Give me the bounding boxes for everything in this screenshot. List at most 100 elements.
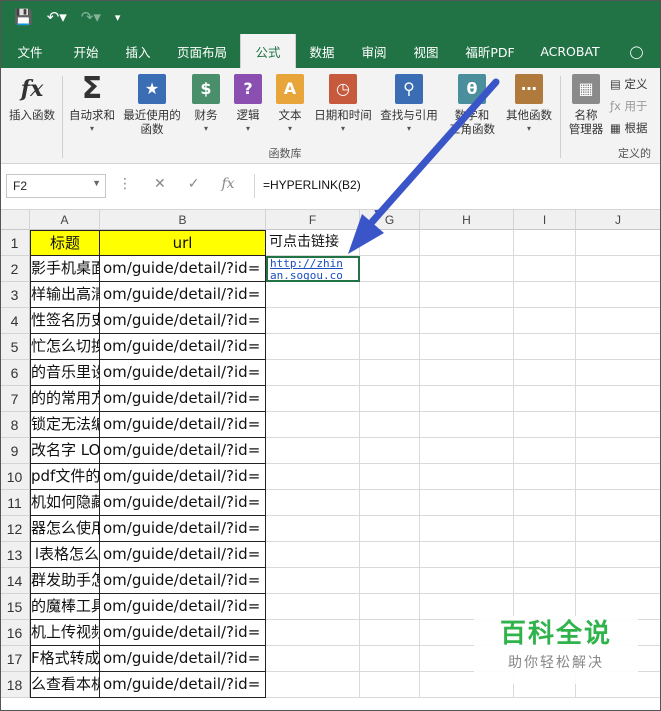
table-cell[interactable]: 影手机桌面 [30,256,100,282]
row-header[interactable]: 13 [0,542,30,568]
table-cell[interactable]: om/guide/detail/?id= [99,464,266,490]
empty-cell[interactable] [576,568,661,594]
table-cell[interactable]: om/guide/detail/?id= [99,438,266,464]
empty-cell[interactable] [576,490,661,516]
empty-cell[interactable] [420,386,514,412]
tab-foxit-pdf[interactable]: 福昕PDF [452,34,528,68]
empty-cell[interactable] [360,594,420,620]
empty-cell[interactable] [360,490,420,516]
name-manager-button[interactable]: ▦ 名称 管理器 [564,74,608,136]
empty-cell[interactable] [360,464,420,490]
table-cell[interactable]: 器怎么使用 [30,516,100,542]
cancel-icon[interactable]: ✕ [154,176,166,192]
row-header[interactable]: 9 [0,438,30,464]
empty-cell[interactable] [420,256,514,282]
insert-function-button[interactable]: fx 插入函数 [6,74,58,122]
empty-cell[interactable] [576,282,661,308]
table-cell[interactable]: 的音乐里设 [30,360,100,386]
column-header-f[interactable]: F [266,210,360,230]
redo-icon[interactable]: ↷▾ [81,9,101,25]
undo-icon[interactable]: ↶▾ [47,9,67,25]
empty-cell[interactable] [420,438,514,464]
tab-review[interactable]: 审阅 [348,34,400,68]
empty-cell[interactable] [576,230,661,256]
table-cell[interactable]: pdf文件的 [30,464,100,490]
empty-cell[interactable] [514,230,576,256]
row-header[interactable]: 7 [0,386,30,412]
table-cell[interactable]: om/guide/detail/?id= [99,256,266,282]
table-cell[interactable]: 的魔棒工具 [30,594,100,620]
empty-cell[interactable] [514,282,576,308]
hyperlink-line[interactable]: an.sogou.co [270,270,358,281]
empty-cell[interactable] [576,438,661,464]
autosum-button[interactable]: Σ 自动求和 ▾ [66,74,118,136]
table-cell[interactable]: om/guide/detail/?id= [99,542,266,568]
table-cell[interactable]: 么查看本机 [30,672,100,698]
table-cell[interactable]: om/guide/detail/?id= [99,308,266,334]
table-cell[interactable]: om/guide/detail/?id= [99,620,266,646]
cell-f1[interactable]: 可点击链接 [266,230,360,256]
empty-cell[interactable] [576,542,661,568]
define-name-button[interactable]: ▤ 定义 [610,76,648,92]
empty-cell[interactable] [514,464,576,490]
date-time-button[interactable]: ◷ 日期和时间 ▾ [310,74,376,136]
column-header-j[interactable]: J [576,210,661,230]
column-header-b[interactable]: B [100,210,266,230]
table-cell[interactable]: om/guide/detail/?id= [99,412,266,438]
table-cell[interactable]: om/guide/detail/?id= [99,386,266,412]
empty-cell[interactable] [576,386,661,412]
empty-cell[interactable] [266,412,360,438]
empty-cell[interactable] [420,516,514,542]
table-cell[interactable]: om/guide/detail/?id= [99,334,266,360]
empty-cell[interactable] [360,568,420,594]
empty-cell[interactable] [266,516,360,542]
table-cell[interactable]: om/guide/detail/?id= [99,646,266,672]
row-header[interactable]: 1 [0,230,30,256]
empty-cell[interactable] [266,464,360,490]
tab-insert[interactable]: 插入 [112,34,164,68]
row-header[interactable]: 8 [0,412,30,438]
empty-cell[interactable] [266,308,360,334]
table-cell[interactable]: om/guide/detail/?id= [99,360,266,386]
row-header[interactable]: 17 [0,646,30,672]
table-cell[interactable]: om/guide/detail/?id= [99,672,266,698]
empty-cell[interactable] [266,568,360,594]
table-cell[interactable]: F格式转成 [30,646,100,672]
empty-cell[interactable] [576,334,661,360]
enter-icon[interactable]: ✓ [188,176,200,192]
cell-a1[interactable]: 标题 [30,230,100,256]
column-header-i[interactable]: I [514,210,576,230]
row-header[interactable]: 18 [0,672,30,698]
empty-cell[interactable] [514,568,576,594]
tab-acrobat[interactable]: ACROBAT [528,34,612,68]
table-cell[interactable]: 改名字 LOL [30,438,100,464]
empty-cell[interactable] [576,360,661,386]
empty-cell[interactable] [420,334,514,360]
empty-cell[interactable] [266,334,360,360]
row-header[interactable]: 6 [0,360,30,386]
tab-data[interactable]: 数据 [296,34,348,68]
lookup-reference-button[interactable]: ⚲ 查找与引用 ▾ [376,74,442,136]
row-header[interactable]: 15 [0,594,30,620]
table-cell[interactable]: om/guide/detail/?id= [99,516,266,542]
row-header[interactable]: 16 [0,620,30,646]
empty-cell[interactable] [360,672,420,698]
table-cell[interactable]: 机上传视频 [30,620,100,646]
empty-cell[interactable] [266,360,360,386]
empty-cell[interactable] [266,386,360,412]
empty-cell[interactable] [514,256,576,282]
table-cell[interactable]: l表格怎么 [30,542,100,568]
lightbulb-icon[interactable]: ◯ [612,34,661,68]
empty-cell[interactable] [266,646,360,672]
empty-cell[interactable] [266,282,360,308]
empty-cell[interactable] [360,516,420,542]
empty-cell[interactable] [360,360,420,386]
row-header[interactable]: 14 [0,568,30,594]
table-cell[interactable]: 忙怎么切换 [30,334,100,360]
tab-file[interactable]: 文件 [0,34,60,68]
column-header-g[interactable]: G [360,210,420,230]
formula-input[interactable]: =HYPERLINK(B2) [254,174,654,198]
tab-home[interactable]: 开始 [60,34,112,68]
empty-cell[interactable] [514,438,576,464]
empty-cell[interactable] [420,490,514,516]
